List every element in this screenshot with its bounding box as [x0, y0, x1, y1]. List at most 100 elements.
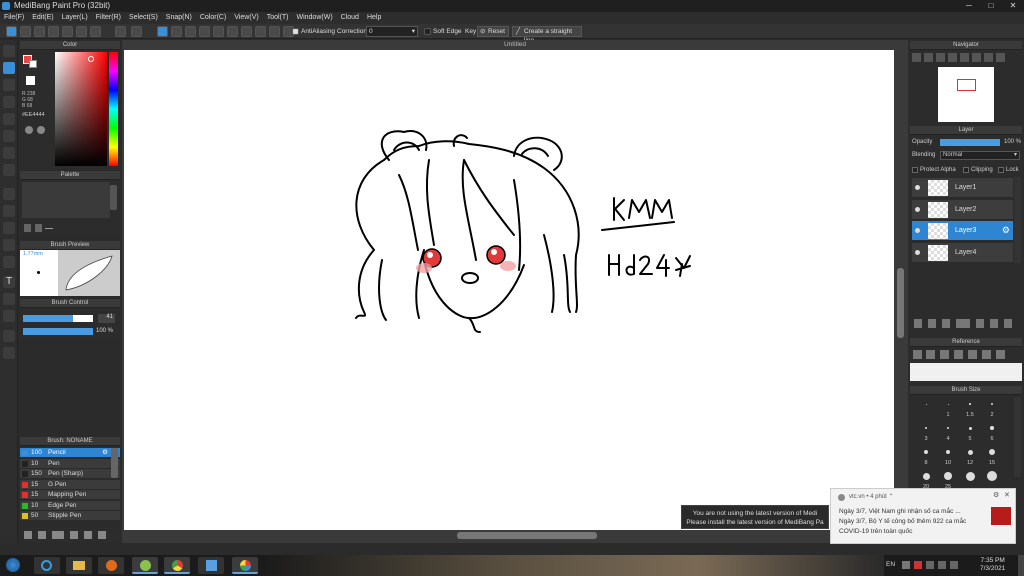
gear-icon[interactable]: ⚙	[1002, 225, 1010, 236]
brush-size-dot[interactable]	[990, 426, 994, 430]
eye-icon[interactable]	[915, 228, 920, 233]
menu-window[interactable]: Window(W)	[292, 12, 336, 24]
eye-icon[interactable]	[915, 185, 920, 190]
brush-size-dot[interactable]	[924, 450, 928, 454]
minimize-button[interactable]: ─	[958, 0, 980, 12]
reset-rotation-icon[interactable]	[984, 53, 993, 62]
reference-area[interactable]	[910, 363, 1022, 381]
layer-row[interactable]: Layer1	[912, 178, 1013, 198]
divide-tool-icon[interactable]	[3, 310, 15, 322]
hand-tool-icon[interactable]	[3, 347, 15, 359]
export-icon[interactable]	[62, 26, 73, 37]
palette-area[interactable]	[22, 182, 110, 218]
clipping-checkbox[interactable]	[963, 167, 969, 173]
add-brush-icon[interactable]	[38, 531, 46, 539]
reference-open-icon[interactable]	[926, 350, 935, 359]
layer-row[interactable]: Layer2	[912, 199, 1013, 220]
snap-circle-icon[interactable]	[227, 26, 238, 37]
brush-size-dot[interactable]	[991, 403, 993, 405]
new-file-icon[interactable]	[20, 26, 31, 37]
ie-icon[interactable]	[34, 557, 60, 574]
tray-up-icon[interactable]	[902, 561, 910, 569]
brush-list-item[interactable]: 10 Pen	[20, 458, 120, 469]
drawing-canvas[interactable]	[124, 50, 894, 530]
menu-color[interactable]: Color(C)	[196, 12, 230, 24]
reference-close-icon[interactable]	[940, 350, 949, 359]
menu-snap[interactable]: Snap(N)	[162, 12, 196, 24]
network-icon[interactable]	[938, 561, 946, 569]
canvas-horizontal-scrollbar[interactable]	[124, 531, 894, 540]
brush-size-dot[interactable]	[925, 403, 927, 405]
brush-size-dot[interactable]	[925, 427, 927, 429]
gradient-tool-icon[interactable]	[3, 164, 15, 176]
reset-button[interactable]: ⊘ Reset	[477, 26, 509, 37]
layer-list-scrollbar[interactable]	[1014, 177, 1021, 263]
brush-size-dot[interactable]	[989, 449, 995, 455]
hue-slider[interactable]	[109, 52, 118, 166]
rotate-left-icon[interactable]	[960, 53, 969, 62]
snap-vanish-icon[interactable]	[199, 26, 210, 37]
color-wheel-icon[interactable]	[37, 126, 45, 134]
settings-icon[interactable]: ⚙	[993, 491, 999, 499]
reference-zoom-out-icon[interactable]	[996, 350, 1005, 359]
delete-palette-icon[interactable]	[35, 224, 42, 232]
brush-size-dot[interactable]	[967, 449, 973, 455]
snap-off-icon[interactable]	[157, 26, 168, 37]
clock[interactable]: 7:35 PM 7/3/2021	[980, 557, 1005, 573]
media-player-icon[interactable]	[98, 557, 124, 574]
layer-menu-icon[interactable]	[956, 319, 970, 328]
menu-cloud[interactable]: Cloud	[337, 12, 363, 24]
select-pen-icon[interactable]	[3, 239, 15, 251]
maximize-button[interactable]: □	[980, 0, 1002, 12]
protect-alpha-checkbox[interactable]	[912, 167, 918, 173]
duplicate-layer-icon[interactable]	[942, 319, 950, 328]
screen-icon[interactable]	[76, 26, 87, 37]
snap-ellipse-icon[interactable]	[269, 26, 280, 37]
menu-tool[interactable]: Tool(T)	[263, 12, 293, 24]
new-layer-icon[interactable]	[914, 319, 922, 328]
battery-icon[interactable]	[950, 561, 958, 569]
size-value[interactable]: 41	[98, 314, 115, 323]
opacity-slider[interactable]	[23, 328, 93, 335]
language-indicator[interactable]: EN	[886, 561, 895, 568]
news-notification[interactable]: vtc.vn • 4 phút ⌃ ⚙ ✕ Ngày 3/7, Việt Nam…	[830, 488, 1016, 544]
eye-icon[interactable]	[915, 249, 920, 255]
volume-icon[interactable]	[926, 561, 934, 569]
menu-view[interactable]: View(V)	[230, 12, 262, 24]
eyedropper-tool-icon[interactable]	[3, 330, 15, 342]
cloud-icon[interactable]	[6, 26, 17, 37]
brush-menu-icon[interactable]	[52, 531, 64, 539]
layer-opacity-slider[interactable]	[940, 139, 1000, 146]
brush-list-item[interactable]: 100 Pencil ⚙	[20, 448, 120, 458]
palette-scrollbar[interactable]	[110, 185, 117, 210]
snap-curve-icon[interactable]	[255, 26, 266, 37]
saturation-value-picker[interactable]	[55, 52, 107, 166]
brush-list-item[interactable]: 15 Mapping Pen	[20, 490, 120, 500]
move-tool-icon[interactable]	[3, 113, 15, 125]
layer-row[interactable]: Layer3 ⚙	[912, 221, 1013, 241]
fit-icon[interactable]	[936, 53, 945, 62]
picker-cursor[interactable]	[88, 56, 94, 62]
open-file-icon[interactable]	[34, 26, 45, 37]
snap-concentric-icon[interactable]	[241, 26, 252, 37]
brush-size-dot[interactable]	[968, 426, 972, 430]
brush-size-dot[interactable]	[969, 403, 971, 405]
reference-upload-icon[interactable]	[913, 350, 922, 359]
paint-icon[interactable]	[198, 557, 224, 574]
actual-size-icon[interactable]	[948, 53, 957, 62]
grid-icon[interactable]	[90, 26, 101, 37]
brush-size-dot[interactable]	[947, 403, 949, 405]
eraser-tool-icon[interactable]	[3, 62, 15, 74]
delete-brush-icon[interactable]	[98, 531, 106, 539]
brush-size-scrollbar[interactable]	[1014, 397, 1021, 477]
undo-icon[interactable]	[115, 26, 126, 37]
menu-file[interactable]: File(F)	[0, 12, 28, 24]
white-color-swatch[interactable]	[26, 76, 35, 85]
copy-brush-icon[interactable]	[70, 531, 78, 539]
menu-filter[interactable]: Filter(R)	[92, 12, 125, 24]
reference-zoom-in-icon[interactable]	[968, 350, 977, 359]
show-desktop-button[interactable]	[1018, 555, 1024, 576]
brush-size-dot[interactable]	[987, 471, 997, 481]
menu-help[interactable]: Help	[363, 12, 385, 24]
brush-list-item[interactable]: 150 Pen (Sharp)	[20, 469, 120, 479]
